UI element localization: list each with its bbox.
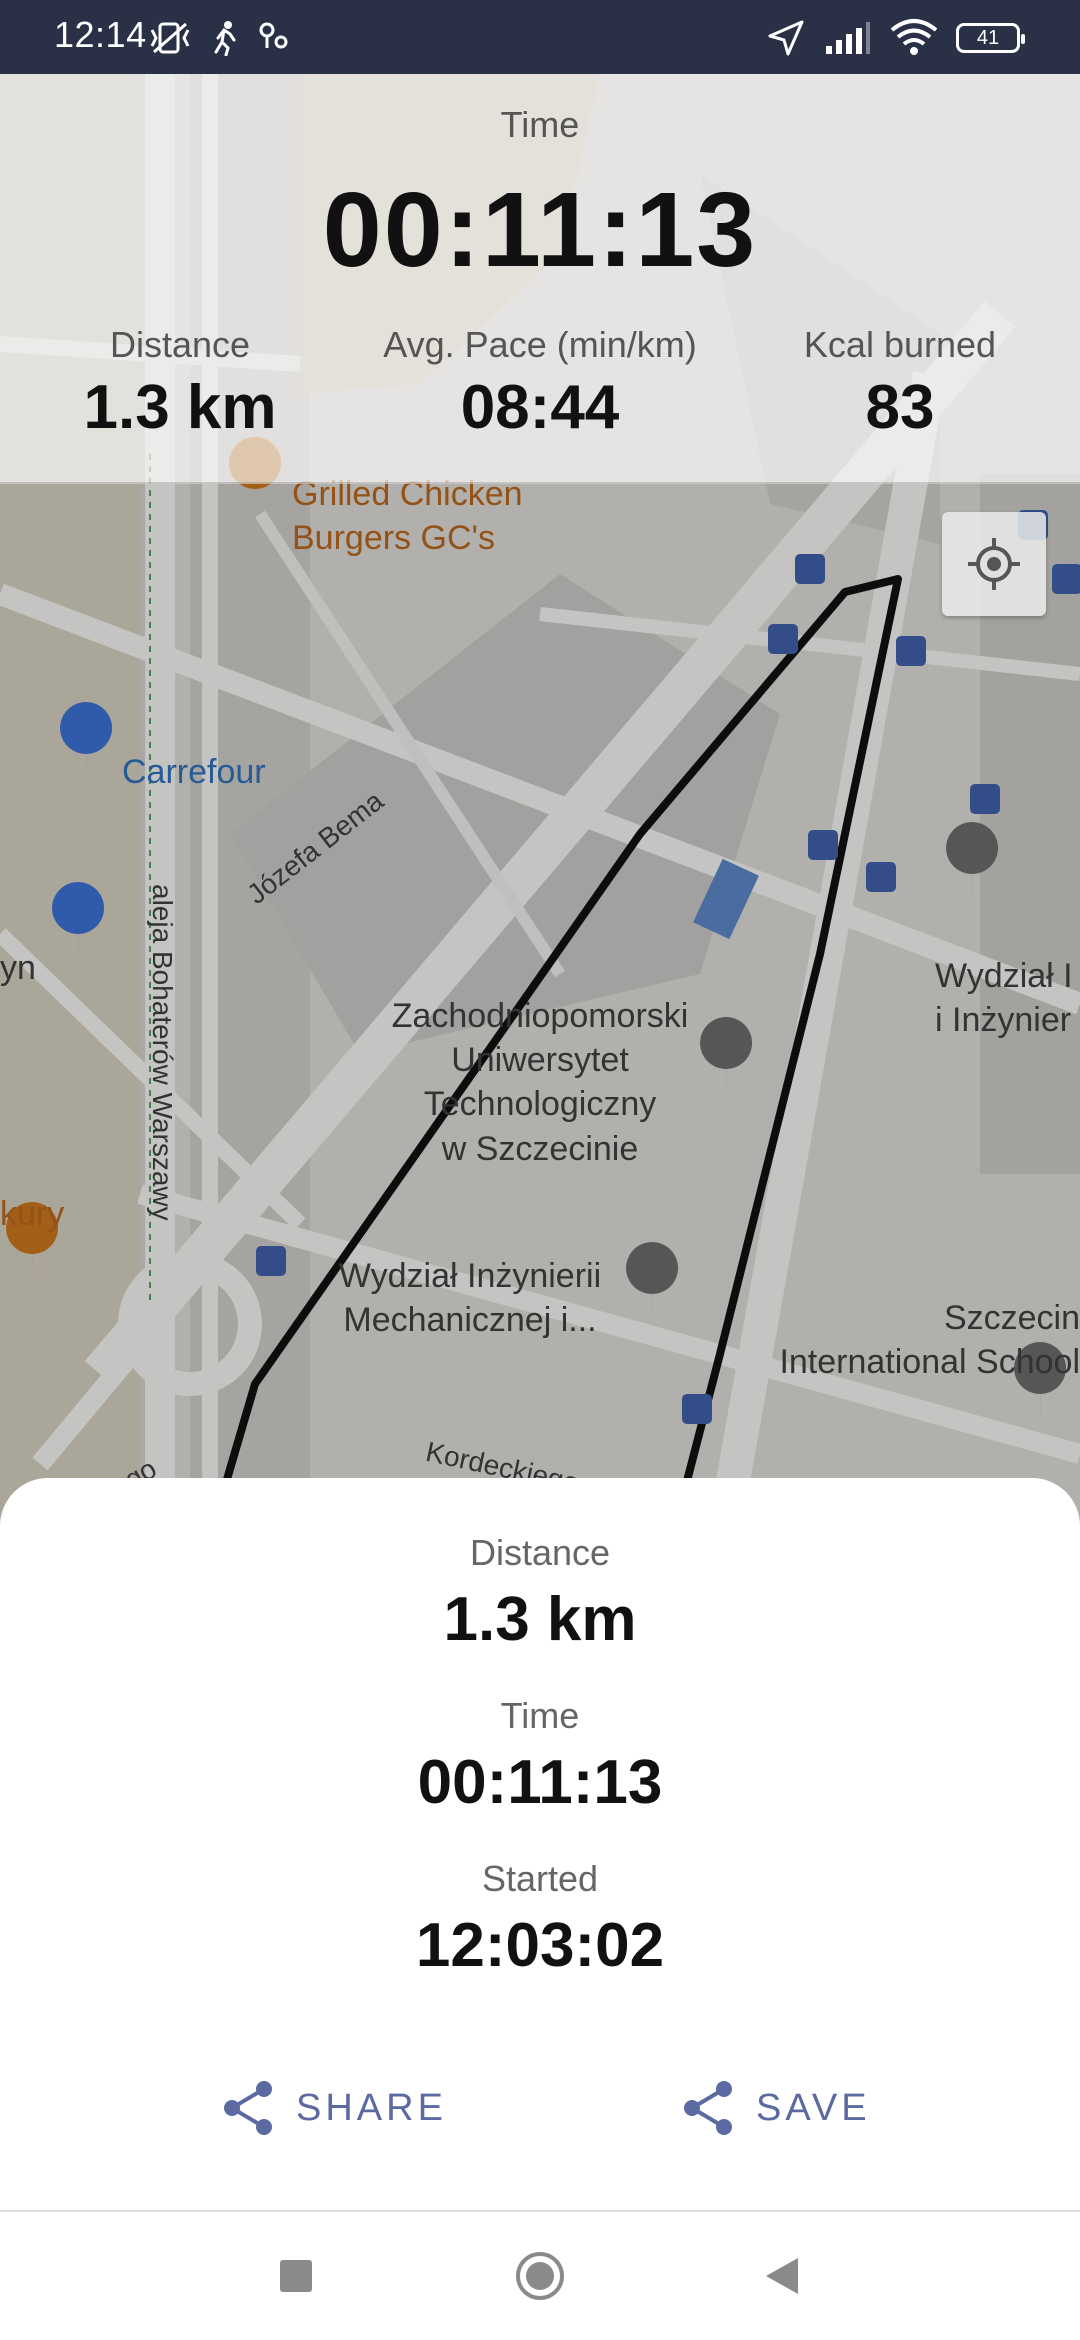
status-left-icons — [148, 20, 290, 56]
location-route-icon — [259, 22, 288, 49]
recents-button[interactable] — [276, 2256, 316, 2301]
navigation-arrow-icon — [768, 20, 804, 56]
status-right-icons: 41 — [766, 18, 1025, 58]
wifi-icon — [890, 19, 938, 55]
stats-row: Distance 1.3 km Avg. Pace (min/km) 08:44… — [0, 324, 1080, 443]
stat-label: Distance — [109, 324, 251, 365]
stat-value: 08:44 — [460, 373, 620, 442]
summary-started-value: 12:03:02 — [415, 1911, 665, 1980]
share-icon — [224, 2081, 272, 2135]
summary-sheet: Distance 1.3 km Time 00:11:13 Started 12… — [0, 1478, 1080, 2212]
summary-time-value: 00:11:13 — [417, 1748, 663, 1817]
share-button[interactable]: SHARE — [220, 2068, 447, 2148]
share-icon — [684, 2081, 732, 2135]
summary-started-label: Started — [481, 1858, 599, 1899]
back-button[interactable] — [762, 2256, 802, 2301]
summary-distance-label: Distance — [469, 1532, 611, 1573]
summary-distance-value: 1.3 km — [443, 1585, 637, 1654]
time-label: Time — [500, 104, 580, 145]
vibrate-off-icon — [150, 22, 190, 54]
stat-value: 83 — [865, 373, 935, 442]
save-label: SAVE — [756, 2086, 871, 2129]
save-button[interactable]: SAVE — [680, 2068, 871, 2148]
stat-label: Avg. Pace (min/km) — [383, 324, 697, 365]
back-triangle-icon — [766, 2258, 798, 2294]
home-button[interactable] — [514, 2250, 566, 2307]
circle-icon — [516, 2252, 564, 2300]
crosshair-icon — [968, 538, 1020, 590]
battery-icon: 41 — [956, 23, 1025, 53]
status-time: 12:14 — [54, 14, 147, 55]
summary-time-label: Time — [500, 1695, 580, 1736]
stat-kcal: Kcal burned 83 — [735, 324, 1065, 443]
system-nav-bar — [0, 2212, 1080, 2340]
status-bar: 12:14 41 — [0, 0, 1080, 74]
share-label: SHARE — [296, 2086, 447, 2129]
running-icon — [214, 21, 236, 56]
square-icon — [280, 2260, 312, 2292]
battery-level: 41 — [976, 26, 1000, 49]
stat-value: 1.3 km — [83, 373, 277, 442]
signal-icon — [826, 22, 870, 54]
time-value: 00:11:13 — [322, 171, 758, 289]
stat-label: Kcal burned — [803, 324, 997, 365]
workout-stats-panel: Time 00:11:13 Distance 1.3 km Avg. Pace … — [0, 74, 1080, 484]
my-location-button[interactable] — [942, 512, 1046, 616]
stat-pace: Avg. Pace (min/km) 08:44 — [375, 324, 705, 443]
stat-distance: Distance 1.3 km — [15, 324, 345, 443]
